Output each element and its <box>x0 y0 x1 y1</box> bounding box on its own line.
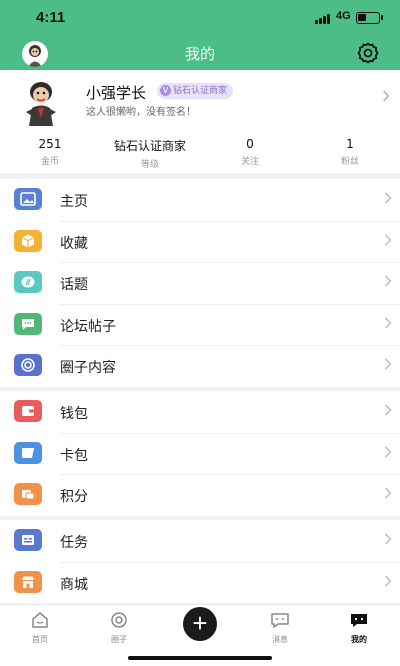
stat-fans[interactable]: 1 粉丝 <box>300 137 400 167</box>
profile-card[interactable]: 小强学长 V 钻石认证商家 这人很懒哟，没有签名！ 251 金币 钻石认证商家 等… <box>0 70 400 173</box>
menu-group-more: 任务 商城 <box>0 520 400 603</box>
menu-item-circle-content[interactable]: 圈子内容 <box>0 345 400 387</box>
tab-label: 首页 <box>32 635 48 644</box>
topic-icon <box>14 271 42 293</box>
stats-row: 251 金币 钻石认证商家 等级 0 关注 1 粉丝 <box>0 137 400 170</box>
menu-item-label: 卡包 <box>60 447 88 464</box>
menu-item-favorites[interactable]: 收藏 <box>0 220 400 263</box>
stat-value: 1 <box>346 137 354 151</box>
chevron-right-icon <box>384 317 392 332</box>
chevron-right-icon <box>384 275 392 290</box>
menu-item-label: 商城 <box>60 576 88 593</box>
status-bar: 4:11 4G <box>0 0 400 36</box>
menu-item-shop[interactable]: 商城 <box>0 561 400 604</box>
message-icon <box>271 613 289 628</box>
task-icon <box>14 529 42 551</box>
chevron-right-icon <box>382 90 390 106</box>
settings-gear-icon[interactable] <box>356 41 380 65</box>
menu-item-forum-posts[interactable]: 论坛帖子 <box>0 303 400 346</box>
badge-label: 钻石认证商家 <box>173 86 228 96</box>
stat-label: 关注 <box>240 157 259 167</box>
menu-item-label: 任务 <box>60 535 88 551</box>
home-indicator[interactable] <box>128 656 272 660</box>
chat-icon <box>14 312 42 335</box>
tab-home[interactable]: 首页 <box>10 611 70 645</box>
menu-item-card-wallet[interactable]: 卡包 <box>0 432 400 475</box>
chevron-right-icon <box>384 487 392 502</box>
create-plus-button[interactable]: + <box>183 607 217 641</box>
image-icon <box>14 188 42 210</box>
wallet-icon <box>14 400 42 422</box>
battery-icon <box>356 12 380 24</box>
chevron-right-icon <box>384 192 392 207</box>
status-time: 4:11 <box>36 9 66 26</box>
tab-label: 圈子 <box>111 635 127 644</box>
stat-level[interactable]: 钻石认证商家 等级 <box>100 137 200 170</box>
chevron-right-icon <box>384 234 392 249</box>
home-icon <box>32 612 48 628</box>
menu-item-label: 论坛帖子 <box>60 318 116 335</box>
menu-item-label: 圈子内容 <box>60 360 116 376</box>
stat-following[interactable]: 0 关注 <box>200 137 300 167</box>
circle-icon <box>14 354 42 376</box>
menu-item-homepage[interactable]: 主页 <box>0 179 400 221</box>
circle-tab-icon <box>111 612 127 628</box>
profile-icon <box>351 614 367 627</box>
signature: 这人很懒哟，没有签名！ <box>86 107 196 118</box>
chevron-right-icon <box>384 404 392 419</box>
chevron-right-icon <box>384 358 392 373</box>
card-icon <box>14 441 42 464</box>
signal-icon <box>315 13 333 24</box>
merchant-badge: V 钻石认证商家 <box>157 83 234 99</box>
tab-messages[interactable]: 消息 <box>250 611 310 645</box>
chevron-right-icon <box>384 533 392 548</box>
tab-label: 消息 <box>272 635 288 644</box>
network-label: 4G <box>336 10 351 22</box>
chevron-right-icon <box>384 575 392 590</box>
stat-label: 金币 <box>40 157 59 167</box>
stat-value: 0 <box>246 137 254 151</box>
tab-label: 我的 <box>351 635 367 644</box>
menu-item-points[interactable]: 积分 <box>0 474 400 516</box>
chevron-right-icon <box>384 446 392 461</box>
menu-item-label: 话题 <box>60 277 88 293</box>
box-icon <box>14 229 42 252</box>
menu-item-wallet[interactable]: 钱包 <box>0 391 400 433</box>
points-icon <box>14 483 42 505</box>
menu-group-wallet: 钱包 卡包 积分 <box>0 391 400 516</box>
menu-item-label: 积分 <box>60 489 88 505</box>
header: 4:11 4G 我的 <box>0 0 400 70</box>
menu-item-tasks[interactable]: 任务 <box>0 520 400 562</box>
stat-value: 251 <box>38 137 62 151</box>
page-title: 我的 <box>184 45 215 63</box>
stat-value: 钻石认证商家 <box>113 139 186 153</box>
battery-tip-icon <box>381 15 383 20</box>
verified-v-icon: V <box>160 85 171 96</box>
shop-icon <box>14 570 42 593</box>
menu-group-content: 主页 收藏 话题 论坛帖子 圈子内容 <box>0 179 400 387</box>
menu-item-topics[interactable]: 话题 <box>0 262 400 304</box>
tab-circle[interactable]: 圈子 <box>89 611 149 645</box>
menu-item-label: 主页 <box>60 194 88 210</box>
menu-item-label: 收藏 <box>60 235 88 252</box>
username: 小强学长 <box>86 84 147 102</box>
stat-coins[interactable]: 251 金币 <box>0 137 100 167</box>
stat-label: 粉丝 <box>340 157 359 167</box>
profile-avatar[interactable] <box>20 78 62 126</box>
tab-profile[interactable]: 我的 <box>329 611 389 645</box>
stat-label: 等级 <box>140 160 159 170</box>
menu-item-label: 钱包 <box>60 406 88 422</box>
